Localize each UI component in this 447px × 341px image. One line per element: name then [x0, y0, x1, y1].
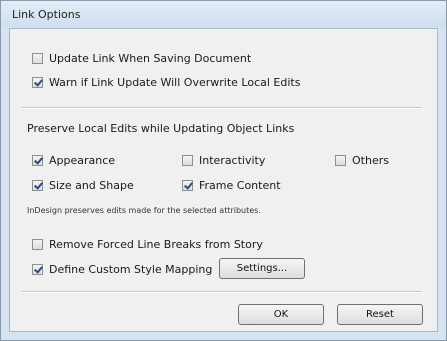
remove-line-breaks-option[interactable]: Remove Forced Line Breaks from Story	[32, 236, 263, 252]
interactivity-checkbox[interactable]	[182, 154, 193, 166]
custom-style-mapping-checkbox[interactable]	[32, 263, 43, 275]
interactivity-label: Interactivity	[199, 153, 266, 167]
dialog-content: Update Link When Saving Document Warn if…	[9, 28, 438, 332]
remove-line-breaks-label: Remove Forced Line Breaks from Story	[49, 237, 263, 251]
title-bar[interactable]: Link Options	[1, 1, 446, 27]
button-separator	[22, 291, 422, 293]
ok-button[interactable]: OK	[238, 304, 324, 325]
appearance-option[interactable]: Appearance	[32, 152, 115, 168]
others-label: Others	[352, 153, 389, 167]
warn-overwrite-option[interactable]: Warn if Link Update Will Overwrite Local…	[32, 74, 300, 90]
remove-line-breaks-checkbox[interactable]	[32, 238, 43, 250]
dialog-title: Link Options	[12, 8, 81, 21]
warn-overwrite-label: Warn if Link Update Will Overwrite Local…	[49, 75, 301, 89]
interactivity-option[interactable]: Interactivity	[182, 152, 265, 168]
reset-button[interactable]: Reset	[337, 304, 423, 325]
link-options-dialog: Link Options Update Link When Saving Doc…	[0, 0, 447, 341]
others-option[interactable]: Others	[335, 152, 389, 168]
frame-content-label: Frame Content	[199, 178, 281, 192]
warn-overwrite-checkbox[interactable]	[32, 76, 43, 88]
size-shape-label: Size and Shape	[49, 178, 134, 192]
custom-style-mapping-option[interactable]: Define Custom Style Mapping	[32, 261, 212, 277]
preserve-section-title: Preserve Local Edits while Updating Obje…	[27, 122, 295, 135]
update-link-on-save-checkbox[interactable]	[32, 52, 43, 64]
appearance-checkbox[interactable]	[32, 154, 43, 166]
update-link-on-save-option[interactable]: Update Link When Saving Document	[32, 50, 251, 66]
preserve-note: InDesign preserves edits made for the se…	[27, 206, 261, 215]
size-shape-checkbox[interactable]	[32, 179, 43, 191]
size-shape-option[interactable]: Size and Shape	[32, 177, 134, 193]
frame-content-checkbox[interactable]	[182, 179, 193, 191]
settings-button[interactable]: Settings...	[219, 258, 305, 279]
update-link-on-save-label: Update Link When Saving Document	[49, 51, 252, 65]
others-checkbox[interactable]	[335, 154, 346, 166]
custom-style-mapping-label: Define Custom Style Mapping	[49, 262, 213, 276]
appearance-label: Appearance	[49, 153, 116, 167]
frame-content-option[interactable]: Frame Content	[182, 177, 281, 193]
separator	[22, 107, 422, 109]
